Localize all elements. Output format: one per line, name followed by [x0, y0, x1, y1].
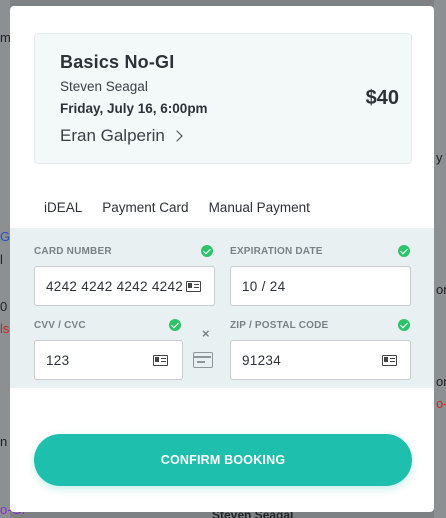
chevron-right-icon: [171, 130, 183, 142]
booking-modal: Basics No-GI Steven Seagal Friday, July …: [10, 6, 434, 512]
zip-code-label: ZIP / POSTAL CODE: [230, 320, 329, 331]
class-summary-card: Basics No-GI Steven Seagal Friday, July …: [34, 33, 412, 164]
background-text: G: [0, 229, 11, 244]
tab-payment-card[interactable]: Payment Card: [92, 196, 199, 230]
background-text: l: [0, 252, 3, 267]
cvv-label: CVV / CVC: [34, 320, 86, 331]
background-text: 0: [0, 299, 8, 314]
card-icon: [153, 355, 168, 366]
check-icon: [398, 245, 410, 257]
card-number-label: CARD NUMBER: [34, 246, 112, 257]
class-datetime: Friday, July 16, 6:00pm: [60, 101, 208, 116]
background-right-strip: [434, 0, 446, 518]
background-text: n: [0, 434, 8, 449]
expiration-date-label: EXPIRATION DATE: [230, 246, 323, 257]
background-text: o-: [436, 396, 446, 411]
card-icon: [382, 355, 397, 366]
class-instructor: Steven Seagal: [60, 79, 148, 94]
card-icon: [186, 281, 201, 292]
tab-manual-payment[interactable]: Manual Payment: [199, 196, 320, 230]
background-text: y: [436, 150, 443, 165]
background-text: on: [436, 374, 446, 389]
background-text: ls: [0, 321, 10, 336]
tab-ideal[interactable]: iDEAL: [34, 196, 92, 230]
payment-method-tabs: iDEAL Payment Card Manual Payment: [34, 196, 320, 230]
close-cvv-hint-icon[interactable]: ×: [202, 326, 210, 341]
trainer-name: Eran Galperin: [60, 126, 165, 145]
check-icon: [169, 319, 181, 331]
confirm-booking-button[interactable]: CONFIRM BOOKING: [34, 434, 412, 486]
check-icon: [201, 245, 213, 257]
class-title: Basics No-GI: [60, 52, 175, 72]
cvv-card-icon: [193, 352, 213, 368]
class-price: $40: [365, 87, 399, 109]
background-text: on: [436, 282, 446, 297]
check-icon: [398, 319, 410, 331]
expiration-date-input[interactable]: [230, 266, 411, 306]
trainer-link[interactable]: Eran Galperin: [60, 126, 183, 146]
